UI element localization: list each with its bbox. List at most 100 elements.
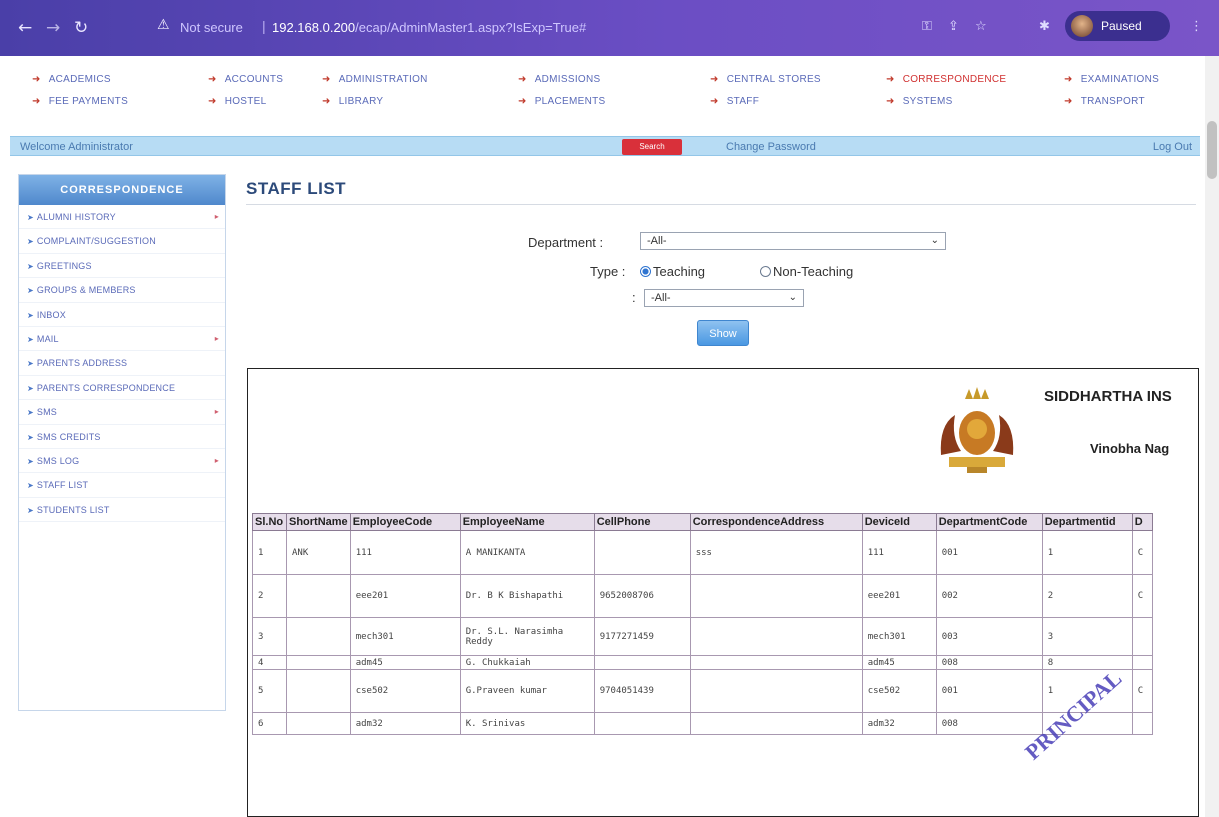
sidebar-item[interactable]: ➤ SMS LOG ▸ [19, 449, 225, 474]
change-password-link[interactable]: Change Password [726, 141, 816, 153]
sidebar-item[interactable]: ➤ PARENTS CORRESPONDENCE [19, 376, 225, 401]
table-cell: 2 [1041, 574, 1133, 618]
sidebar-item[interactable]: ➤ MAIL ▸ [19, 327, 225, 352]
not-secure-label[interactable]: Not secure [180, 20, 243, 35]
sidebar: CORRESPONDENCE ➤ ALUMNI HISTORY ▸ ➤ COMPLAIN… [18, 174, 226, 711]
key-icon[interactable]: ⚿ [922, 19, 932, 34]
bullet-icon: ➤ [27, 505, 34, 515]
sidebar-item[interactable]: ➤ ALUMNI HISTORY ▸ [19, 205, 225, 230]
bullet-icon: ➤ [27, 456, 34, 466]
table-cell: adm45 [861, 655, 937, 670]
menu-item-examinations[interactable]: ➜ EXAMINATIONS [1064, 74, 1159, 85]
institution-logo [940, 387, 1014, 473]
second-select[interactable]: -All- ⌄ [644, 289, 804, 307]
sidebar-item[interactable]: ➤ PARENTS ADDRESS [19, 351, 225, 376]
sidebar-item[interactable]: ➤ GROUPS & MEMBERS [19, 278, 225, 303]
page-title: STAFF LIST [246, 179, 347, 198]
department-select[interactable]: -All- ⌄ [640, 232, 946, 250]
sidebar-item[interactable]: ➤ STAFF LIST [19, 473, 225, 498]
menu-item-correspondence[interactable]: ➜ CORRESPONDENCE [886, 74, 1006, 85]
arrow-icon: ➜ [710, 74, 719, 85]
star-icon[interactable]: ☆ [975, 19, 987, 34]
radio-teaching[interactable]: Teaching [640, 264, 705, 279]
menu-label: FEE PAYMENTS [48, 96, 129, 107]
browser-toolbar: ← → ↻ ⚠ Not secure | 192.168.0.200/ecap/… [0, 0, 1219, 56]
table-body: 1 ANK 111 A MANIKANTA sss 111 001 1 C 2 eee201 Dr. … [252, 530, 1153, 735]
sidebar-item[interactable]: ➤ INBOX [19, 303, 225, 327]
radio-label-non-teaching: Non-Teaching [773, 264, 854, 279]
arrow-icon: ➜ [322, 96, 331, 107]
profile-label: Paused [1101, 19, 1142, 33]
table-cell: 9652008706 [593, 574, 691, 618]
table-cell: adm45 [349, 655, 461, 670]
menu-item-placements[interactable]: ➜ PLACEMENTS [518, 96, 605, 107]
warning-icon[interactable]: ⚠ [157, 17, 170, 33]
arrow-icon: ➜ [886, 96, 895, 107]
arrow-icon: ➜ [32, 96, 41, 107]
menu-item-administration[interactable]: ➜ ADMINISTRATION [322, 74, 428, 85]
menu-label: EXAMINATIONS [1080, 74, 1160, 85]
back-icon[interactable]: ← [18, 18, 32, 38]
menu-label: CORRESPONDENCE [902, 74, 1007, 85]
profile-button[interactable]: Paused [1065, 11, 1170, 41]
table-cell: K. Srinivas [459, 712, 595, 735]
institution-name: SIDDHARTHA INS [1044, 388, 1172, 405]
menu-item-academics[interactable]: ➜ ACADEMICS [32, 74, 111, 85]
submenu-arrow-icon: ▸ [214, 455, 219, 465]
arrow-icon: ➜ [1064, 96, 1073, 107]
sidebar-item[interactable]: ➤ STUDENTS LIST [19, 498, 225, 523]
menu-item-central-stores[interactable]: ➜ CENTRAL STORES [710, 74, 821, 85]
bullet-icon: ➤ [27, 408, 34, 418]
sidebar-item-label: ALUMNI HISTORY [36, 212, 116, 222]
forward-icon[interactable]: → [46, 18, 60, 38]
share-icon[interactable]: ⇪ [948, 19, 959, 34]
arrow-icon: ➜ [518, 74, 527, 85]
logout-link[interactable]: Log Out [1153, 141, 1192, 153]
scrollbar-thumb[interactable] [1207, 121, 1217, 179]
table-cell [286, 669, 351, 713]
column-header: DeviceId [861, 513, 937, 531]
menu-item-hostel[interactable]: ➜ HOSTEL [208, 96, 267, 107]
arrow-icon: ➜ [208, 74, 217, 85]
table-cell: ANK [286, 530, 351, 575]
table-cell: 2 [252, 574, 287, 618]
sidebar-item[interactable]: ➤ SMS CREDITS [19, 425, 225, 449]
table-cell: 6 [252, 712, 287, 735]
extensions-icon[interactable]: ✱ [1039, 19, 1050, 34]
table-cell [286, 712, 351, 735]
show-button[interactable]: Show [697, 320, 749, 346]
menu-item-admissions[interactable]: ➜ ADMISSIONS [518, 74, 600, 85]
menu-item-library[interactable]: ➜ LIBRARY [322, 96, 383, 107]
table-cell: sss [689, 530, 863, 575]
second-select-value: -All- [651, 292, 671, 304]
department-label: Department : [528, 235, 604, 250]
table-cell [1131, 655, 1153, 670]
search-button[interactable]: Search [622, 139, 682, 155]
menu-label: HOSTEL [224, 96, 267, 107]
table-cell: cse502 [861, 669, 937, 713]
menu-item-fee-payments[interactable]: ➜ FEE PAYMENTS [32, 96, 128, 107]
column-header: ShortName [286, 513, 351, 531]
menu-item-accounts[interactable]: ➜ ACCOUNTS [208, 74, 283, 85]
sidebar-item[interactable]: ➤ SMS ▸ [19, 400, 225, 425]
bullet-icon: ➤ [27, 383, 34, 393]
menu-item-staff[interactable]: ➜ STAFF [710, 96, 759, 107]
kebab-menu-icon[interactable]: ⋮ [1190, 19, 1203, 34]
table-cell: G.Praveen kumar [459, 669, 595, 713]
table-cell [689, 655, 863, 670]
table-cell: Dr. S.L. Narasimha Reddy [459, 617, 595, 656]
title-divider [246, 204, 1196, 205]
sidebar-item[interactable]: ➤ GREETINGS [19, 254, 225, 279]
reload-icon[interactable]: ↻ [74, 18, 88, 38]
url-text[interactable]: 192.168.0.200/ecap/AdminMaster1.aspx?IsE… [272, 20, 586, 35]
sidebar-item-label: GROUPS & MEMBERS [36, 285, 136, 296]
department-value: -All- [647, 235, 667, 247]
sidebar-item[interactable]: ➤ COMPLAINT/SUGGESTION [19, 229, 225, 254]
radio-non-teaching[interactable]: Non-Teaching [760, 264, 853, 279]
arrow-icon: ➜ [518, 96, 527, 107]
menu-item-transport[interactable]: ➜ TRANSPORT [1064, 96, 1145, 107]
menu-item-systems[interactable]: ➜ SYSTEMS [886, 96, 953, 107]
table-cell: 3 [1041, 617, 1133, 656]
sidebar-item-label: INBOX [36, 309, 66, 320]
sidebar-item-label: COMPLAINT/SUGGESTION [36, 236, 156, 247]
